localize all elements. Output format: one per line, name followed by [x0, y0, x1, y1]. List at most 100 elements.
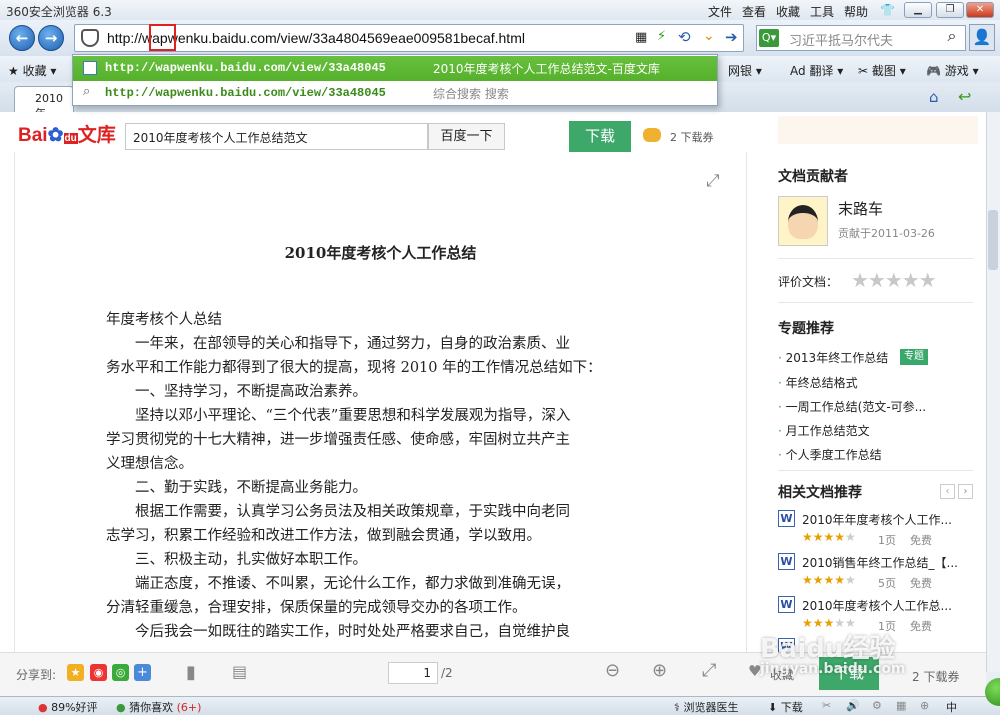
download-button[interactable]: 下载	[569, 121, 631, 152]
search-icon: ⌕	[83, 84, 91, 99]
qzone-share-icon[interactable]: ★	[67, 664, 84, 681]
bookmark-icon[interactable]: ▮	[186, 662, 196, 683]
topic-link-label: 2013年终工作总结	[785, 351, 889, 365]
minimize-button[interactable]: ▁	[904, 2, 932, 18]
forward-icon[interactable]: →	[38, 25, 64, 51]
ad-banner	[778, 116, 978, 144]
go-icon[interactable]: ➔	[725, 28, 738, 46]
download-coupon-bottom: 2 下载券	[912, 670, 960, 684]
menu-help[interactable]: 帮助	[844, 3, 868, 20]
search-icon[interactable]: ⌕	[940, 26, 964, 50]
related-heading: 相关文档推荐	[778, 485, 862, 501]
download-coupon: 2 下载券	[670, 131, 714, 144]
bullet-icon: ·	[778, 424, 782, 438]
related-doc-pages: 5页	[878, 577, 896, 590]
search-box[interactable]: Q▾ 习近平抵马尔代夫	[756, 25, 966, 51]
wechat-share-icon[interactable]: ◎	[112, 664, 129, 681]
doc-line: 年度考核个人总结	[106, 312, 222, 328]
topic-link[interactable]: · 一周工作总结(范文-可参...	[778, 398, 926, 415]
dropdown-chevron-icon[interactable]: ⌄	[703, 28, 715, 44]
menu-file[interactable]: 文件	[708, 3, 732, 20]
guess-like[interactable]: ● 猜你喜欢 (6+)	[116, 699, 201, 715]
topic-link[interactable]: · 年终总结格式	[778, 374, 858, 391]
close-button[interactable]: ✕	[966, 2, 994, 18]
document-icon[interactable]: ▤	[232, 662, 247, 681]
word-doc-icon: W	[778, 510, 795, 527]
menu-view[interactable]: 查看	[742, 3, 766, 20]
fullscreen-icon[interactable]: ⤢	[702, 660, 716, 681]
rating-status[interactable]: ● 89%好评	[38, 699, 98, 715]
related-doc-title[interactable]: 2010年度考核个人工作总...	[802, 597, 952, 614]
undo-close-icon[interactable]: ↩	[958, 87, 971, 106]
fullscreen-icon[interactable]: ⤢	[706, 171, 720, 191]
contributor-name[interactable]: 末路车	[838, 198, 883, 219]
lightning-icon[interactable]: ⚡	[657, 29, 666, 44]
suggestion-row[interactable]: ⌕ http://wapwenku.baidu.com/view/33a4804…	[73, 81, 717, 106]
wenku-search-button[interactable]: 百度一下	[428, 123, 505, 150]
wenku-search-input[interactable]: 2010年度考核个人工作总结范文	[125, 123, 428, 150]
topic-link-label: 一周工作总结(范文-可参...	[785, 400, 927, 414]
topic-link-label: 年终总结格式	[785, 376, 858, 390]
bookmark-screenshot[interactable]: ✂ 截图 ▾	[858, 62, 906, 79]
related-doc-title[interactable]: 2010年年度考核个人工作...	[802, 511, 952, 528]
bookmark-screenshot-label: 截图	[871, 64, 896, 78]
watermark-url: jingyan.baidu.com	[760, 661, 906, 677]
search-engine-icon[interactable]: Q▾	[759, 29, 779, 47]
menu-tools[interactable]: 工具	[810, 3, 834, 20]
doc-line: 端正态度，不推诿、不叫累，无论什么工作，都力求做到准确无误，	[106, 576, 570, 592]
qrcode-icon[interactable]: ▦	[635, 30, 647, 45]
divider	[778, 470, 973, 471]
scrollbar[interactable]	[986, 112, 1000, 672]
speaker-icon[interactable]: 🔊	[846, 699, 860, 712]
browser-doctor[interactable]: ⚕ 浏览器医生	[674, 699, 738, 715]
bookmark-bank-label: 网银	[728, 64, 753, 78]
prev-icon[interactable]: ‹	[940, 484, 955, 499]
scrollbar-thumb[interactable]	[988, 210, 998, 270]
related-doc-pages: 1页	[878, 534, 896, 547]
contributor-heading: 文档贡献者	[778, 169, 848, 185]
zoom-out-icon[interactable]: ⊖	[605, 660, 620, 681]
coin-icon	[643, 128, 661, 142]
user-icon[interactable]: 👤	[969, 24, 995, 51]
restore-button[interactable]: ❐	[936, 2, 964, 18]
zoom-icon[interactable]: ⊕	[920, 699, 929, 712]
search-placeholder[interactable]: 习近平抵马尔代夫	[789, 30, 893, 49]
paw-icon: ✿	[47, 125, 64, 146]
bookmark-games[interactable]: 🎮 游戏 ▾	[926, 62, 979, 79]
tab-active[interactable]: 2010年	[14, 86, 74, 120]
page-icon	[83, 61, 97, 75]
weibo-share-icon[interactable]: ◉	[90, 664, 107, 681]
bookmark-translate[interactable]: Ad 翻译 ▾	[790, 62, 843, 79]
bookmark-favorites[interactable]: ★ 收藏 ▾	[8, 62, 56, 79]
next-icon[interactable]: ›	[958, 484, 973, 499]
page-number-input[interactable]: 1	[388, 662, 438, 684]
ime-indicator[interactable]: 中	[946, 699, 957, 715]
zoom-in-icon[interactable]: ⊕	[652, 660, 667, 681]
skin-icon[interactable]: 👕	[880, 3, 895, 17]
contributor-date: 贡献于2011-03-26	[838, 227, 935, 240]
suggestion-title: 2010年度考核个人工作总结范文-百度文库	[433, 62, 660, 76]
rating-stars[interactable]: ★★★★★	[851, 268, 937, 292]
bookmark-translate-label: 翻译	[809, 64, 834, 78]
more-share-icon[interactable]: +	[134, 664, 151, 681]
menu-favorites[interactable]: 收藏	[776, 3, 800, 20]
topic-link[interactable]: · 月工作总结范文	[778, 422, 870, 439]
topic-link[interactable]: · 2013年终工作总结	[778, 349, 888, 366]
suggestion-row[interactable]: http://wapwenku.baidu.com/view/33a48045 …	[73, 56, 717, 81]
refresh-icon[interactable]: ⟲	[678, 28, 691, 46]
settings-icon[interactable]: ⚙	[872, 699, 882, 712]
download-status[interactable]: ⬇ 下载	[768, 699, 803, 715]
home-icon[interactable]: ⌂	[929, 88, 939, 106]
avatar[interactable]	[778, 196, 828, 246]
baidu-wenku-logo[interactable]: Bai✿du文库	[18, 120, 116, 147]
shield-icon	[81, 29, 99, 47]
grid-icon[interactable]: ▦	[896, 699, 906, 712]
bookmark-bank[interactable]: 网银 ▾	[728, 62, 762, 79]
back-icon[interactable]: ←	[9, 25, 35, 51]
topic-link[interactable]: · 个人季度工作总结	[778, 446, 882, 463]
related-doc-title[interactable]: 2010销售年终工作总结_【...	[802, 554, 958, 571]
topic-link-label: 个人季度工作总结	[785, 448, 882, 462]
scissors-icon[interactable]: ✂	[822, 699, 831, 712]
logo-bai: Bai	[18, 125, 48, 146]
topic-heading: 专题推荐	[778, 321, 834, 337]
